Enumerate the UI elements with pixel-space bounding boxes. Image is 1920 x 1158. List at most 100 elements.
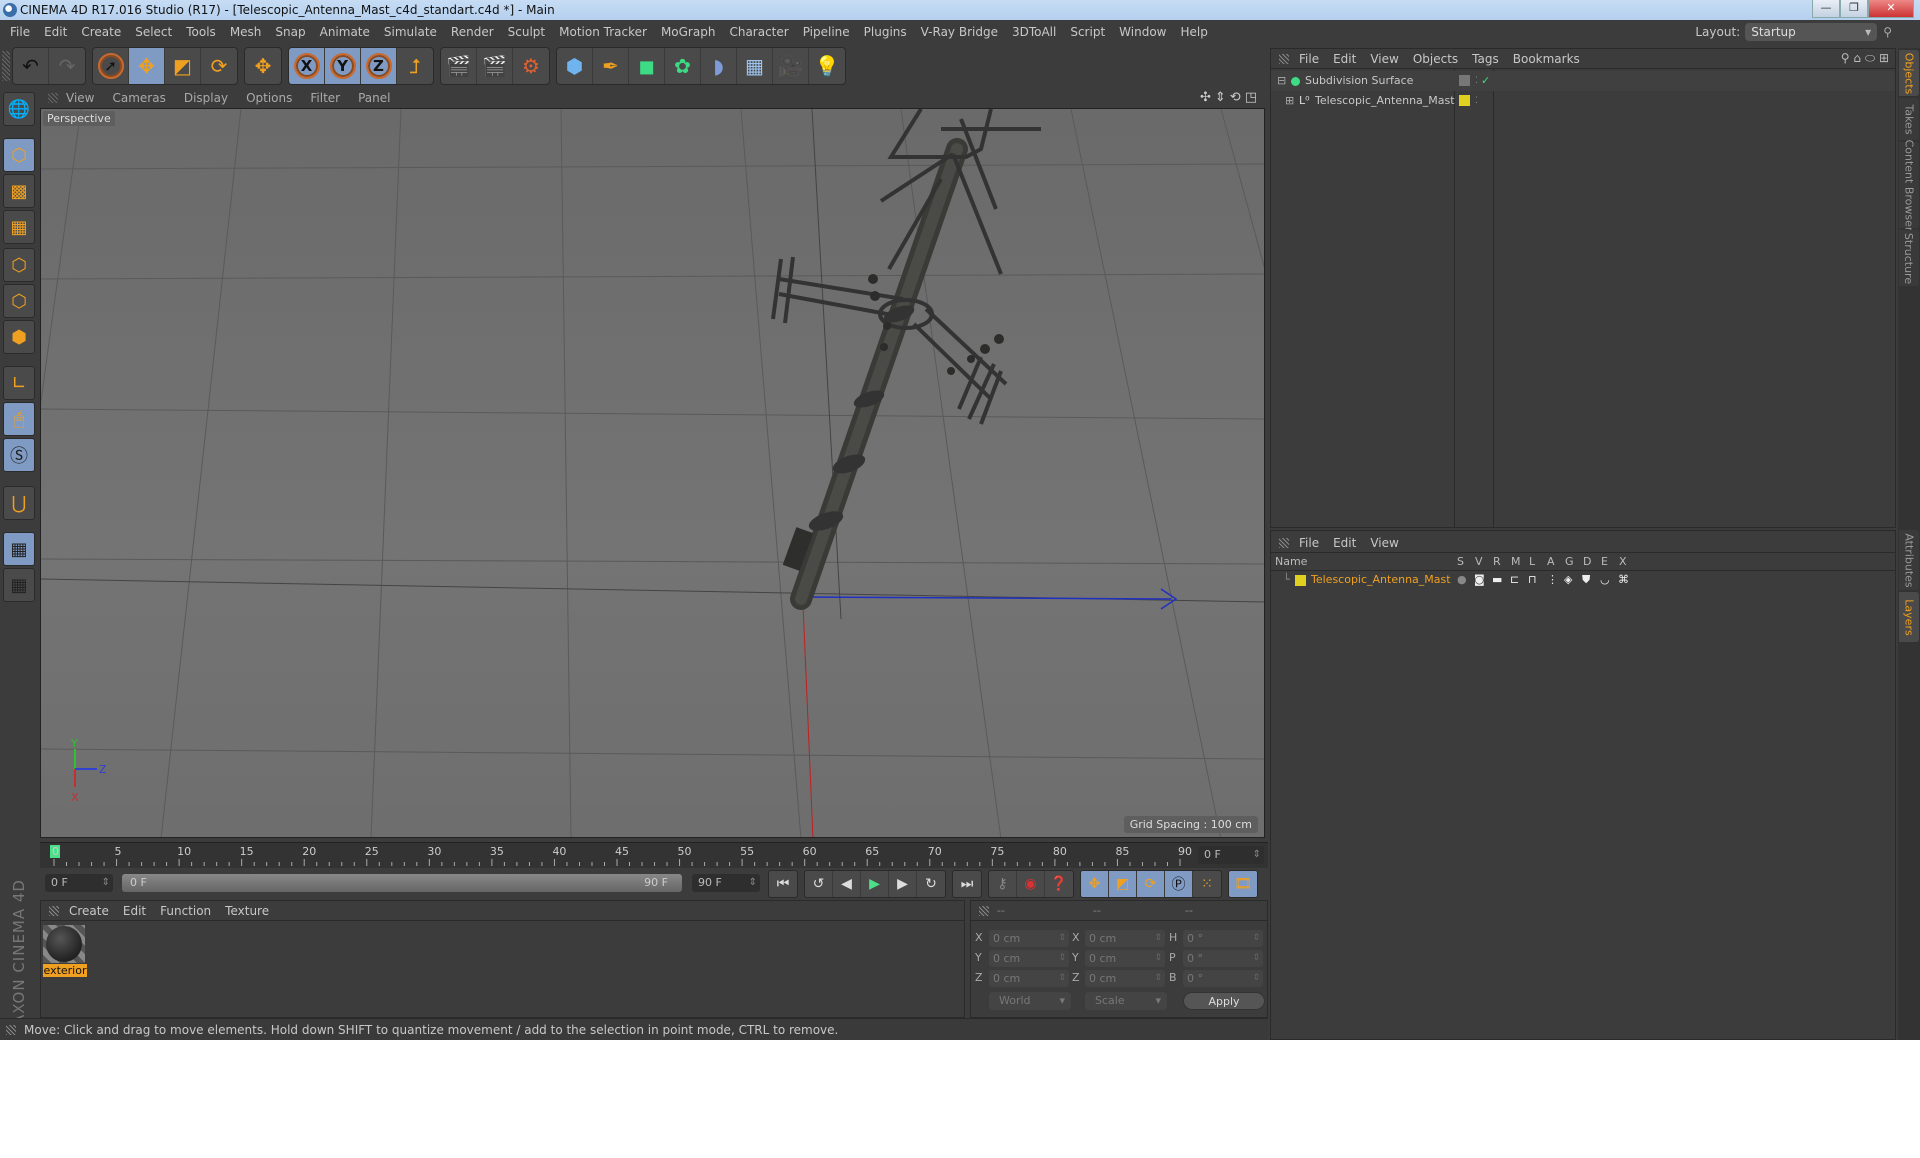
layer-row[interactable]: └ Telescopic_Antenna_Mast ● ◙ ▬ ⊏ ⊓ ⋮ ◈ … [1271,571,1895,589]
expression-icon[interactable]: ◡ [1600,571,1610,589]
undo-button[interactable]: ↶ [13,48,49,84]
viewport-menu-cameras[interactable]: Cameras [112,91,165,105]
lm-menu-edit[interactable]: Edit [1333,536,1356,550]
record-keys-button[interactable]: ⚷ [989,871,1017,897]
camera-label[interactable]: Perspective [43,111,115,126]
polygons-mode-button[interactable]: ⬢ [3,320,35,354]
go-to-start-button[interactable]: ⏮ [769,871,797,897]
material-menu-create[interactable]: Create [69,904,109,918]
y-axis-lock-button[interactable]: Y [325,48,361,84]
menu-animate[interactable]: Animate [320,25,370,39]
expand-icon[interactable]: ⊞ [1285,91,1294,111]
menu-motion-tracker[interactable]: Motion Tracker [559,25,647,39]
add-spline-pen-button[interactable]: ✒ [593,48,629,84]
pos-z-field[interactable]: 0 cm [989,970,1069,987]
column-deformers[interactable]: D [1583,555,1591,568]
search-icon[interactable]: ⚲ [1841,51,1850,65]
object-row-telescopic-antenna-mast[interactable]: ⊞ L⁰ Telescopic_Antenna_Mast ⁚ [1271,91,1895,111]
manager-icon[interactable]: ⊏ [1510,571,1519,589]
render-view-button[interactable]: 🎬 [441,48,477,84]
tab-layers[interactable]: Layers [1899,592,1919,642]
menu-plugins[interactable]: Plugins [864,25,907,39]
column-solo[interactable]: S [1457,555,1464,568]
key-rotation-button[interactable]: ⟳ [1137,871,1165,897]
menu-mesh[interactable]: Mesh [230,25,262,39]
lm-menu-view[interactable]: View [1370,536,1398,550]
menu-file[interactable]: File [10,25,30,39]
current-frame-field[interactable]: 0 F [1198,846,1264,864]
viewport-menu-filter[interactable]: Filter [310,91,340,105]
z-axis-lock-button[interactable]: Z [361,48,397,84]
key-position-button[interactable]: ✥ [1081,871,1109,897]
apply-button[interactable]: Apply [1183,992,1265,1010]
tab-attributes[interactable]: Attributes [1899,530,1919,590]
menu-character[interactable]: Character [729,25,788,39]
add-light-button[interactable]: 💡 [809,48,845,84]
om-menu-objects[interactable]: Objects [1413,52,1458,66]
add-floor-button[interactable]: ▦ [737,48,773,84]
go-to-end-button[interactable]: ⏭ [953,871,981,897]
redo-button[interactable]: ↷ [49,48,85,84]
timeline-ruler[interactable]: 0 5 10 15 20 25 30 35 40 45 50 55 60 65 70 75 80 85 90 [40,842,1268,868]
solo-icon[interactable]: ● [1457,571,1467,589]
texture-mode-button[interactable]: ▩ [3,174,35,208]
render-settings-button[interactable]: ⚙ [513,48,549,84]
antenna-mast-model[interactable] [771,109,1041,610]
view-eye-icon[interactable]: ◙ [1474,571,1485,589]
xref-icon[interactable]: ⌘ [1618,571,1629,589]
next-frame-button[interactable]: ▶ [889,871,917,897]
menu-vray-bridge[interactable]: V-Ray Bridge [921,25,998,39]
collapse-icon[interactable]: ⊟ [1277,71,1286,91]
viewport-menu-display[interactable]: Display [184,91,228,105]
snap-solo-button[interactable]: Ⓢ [3,438,35,472]
tab-structure[interactable]: Structure [1899,230,1919,286]
planar-workplane-button[interactable]: ▦ [3,568,35,602]
menu-render[interactable]: Render [451,25,494,39]
menu-snap[interactable]: Snap [275,25,305,39]
panel-grip[interactable] [979,905,989,916]
tab-content-browser[interactable]: Content Browser [1899,139,1919,231]
size-y-field[interactable]: 0 cm [1085,950,1165,967]
material-menu-texture[interactable]: Texture [225,904,269,918]
panel-grip[interactable] [49,905,59,916]
viewport-menu-options[interactable]: Options [246,91,292,105]
axis-mode-button[interactable]: ∟ [3,366,35,400]
column-render[interactable]: R [1493,555,1501,568]
rot-h-field[interactable]: 0 ° [1183,930,1263,947]
object-row-subdivision-surface[interactable]: ⊟ Subdivision Surface ⁚ ✓ [1271,71,1895,91]
om-menu-file[interactable]: File [1299,52,1319,66]
end-frame-field[interactable]: 90 F [692,874,760,892]
menu-sculpt[interactable]: Sculpt [508,25,545,39]
orbit-view-icon[interactable]: ⟲ [1230,90,1241,105]
key-scale-button[interactable]: ◩ [1109,871,1137,897]
home-icon[interactable]: ⌂ [1853,51,1861,65]
layer-color-swatch[interactable] [1295,575,1306,586]
render-picture-viewer-button[interactable]: 🎬 [477,48,513,84]
column-locked[interactable]: L [1529,555,1535,568]
frame-range-slider[interactable]: 0 F 90 F [122,874,682,892]
rot-p-field[interactable]: 0 ° [1183,950,1263,967]
previous-key-button[interactable]: ↺ [805,871,833,897]
lock-workplane-button[interactable]: ▦ [3,532,35,566]
size-mode-dropdown[interactable]: Scale [1085,992,1167,1010]
column-manager[interactable]: M [1511,555,1521,568]
menu-mograph[interactable]: MoGraph [661,25,716,39]
generator-icon[interactable]: ◈ [1564,571,1572,589]
size-z-field[interactable]: 0 cm [1085,970,1165,987]
menu-select[interactable]: Select [135,25,172,39]
x-axis-lock-button[interactable]: X [289,48,325,84]
recent-tool-button[interactable]: ✥ [245,48,281,84]
search-icon[interactable]: ⚲ [1883,25,1892,39]
model-mode-button[interactable]: ⬡ [3,138,35,172]
next-key-button[interactable]: ↻ [917,871,945,897]
lm-menu-file[interactable]: File [1299,536,1319,550]
edges-mode-button[interactable]: ⬡ [3,284,35,318]
animation-icon[interactable]: ⋮ [1547,571,1558,589]
menu-edit[interactable]: Edit [44,25,67,39]
render-dots-icon[interactable]: ⁚ [1475,71,1478,91]
menu-3dtoall[interactable]: 3DToAll [1012,25,1056,39]
minimize-button[interactable]: — [1812,0,1840,18]
coordinate-space-dropdown[interactable]: World [989,992,1071,1010]
add-camera-button[interactable]: 🎥 [773,48,809,84]
viewport-menu-panel[interactable]: Panel [358,91,390,105]
